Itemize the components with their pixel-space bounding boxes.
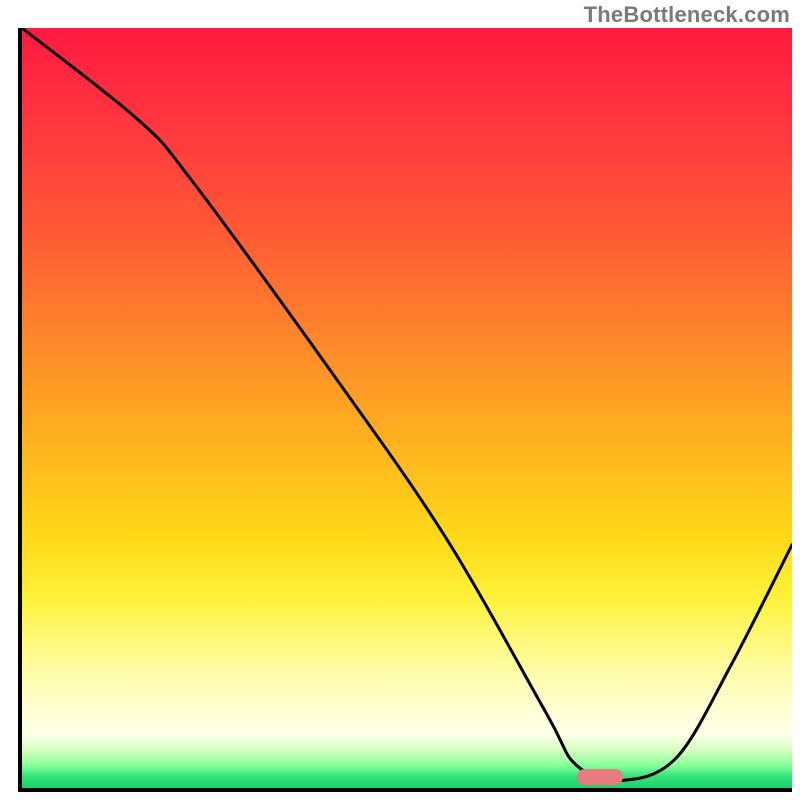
bottleneck-curve — [22, 28, 792, 788]
watermark-text: TheBottleneck.com — [584, 2, 790, 28]
plot-area — [18, 28, 792, 792]
optimal-marker — [577, 769, 623, 785]
chart-stage: TheBottleneck.com — [0, 0, 800, 800]
